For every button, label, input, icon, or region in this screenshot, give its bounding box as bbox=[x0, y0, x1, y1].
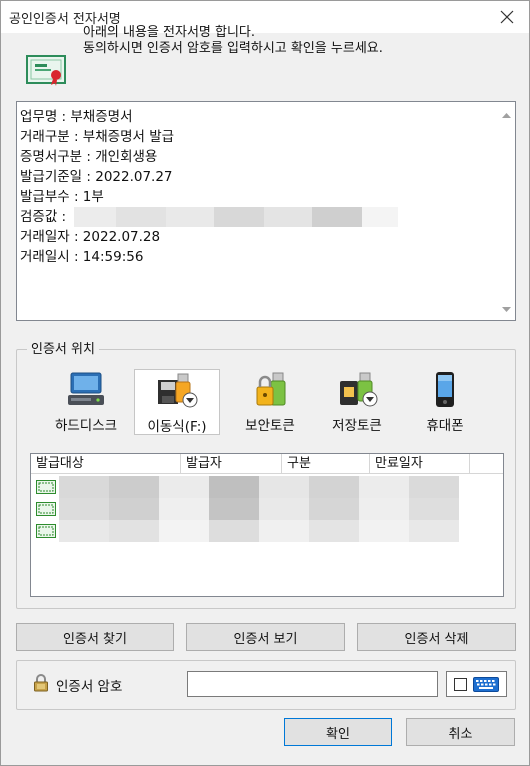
computer-icon bbox=[68, 372, 104, 405]
certificate-icon bbox=[26, 55, 66, 86]
location-harddisk[interactable]: 하드디스크 bbox=[43, 369, 129, 435]
cert-location-legend: 인증서 위치 bbox=[27, 338, 99, 357]
redacted-value bbox=[74, 207, 399, 227]
location-label: 보안토큰 bbox=[245, 418, 295, 434]
table-row[interactable] bbox=[33, 498, 503, 520]
column-filler bbox=[470, 454, 503, 474]
certificate-icon bbox=[36, 480, 56, 494]
info-row: 증명서구분 : 개인회생용 bbox=[20, 149, 158, 165]
location-removable[interactable]: 이동식(F:) bbox=[134, 369, 220, 435]
column-subject[interactable]: 발급대상 bbox=[31, 454, 181, 474]
virtual-keyboard-checkbox[interactable] bbox=[454, 678, 467, 691]
location-security-token[interactable]: 보안토큰 bbox=[227, 369, 313, 435]
info-row: 업무명 : 부채증명서 bbox=[20, 109, 133, 125]
removable-disk-icon bbox=[158, 373, 198, 408]
certificate-icon bbox=[36, 524, 56, 538]
title-bar[interactable]: 공인인증서 전자서명 bbox=[1, 1, 529, 33]
location-label: 하드디스크 bbox=[54, 418, 118, 434]
security-token-icon bbox=[256, 372, 286, 406]
certificate-icon bbox=[36, 502, 56, 516]
column-expiry[interactable]: 만료일자 bbox=[370, 454, 470, 474]
location-label: 이동식(F:) bbox=[147, 419, 207, 435]
scroll-down-icon[interactable] bbox=[502, 305, 511, 314]
cancel-button[interactable]: 취소 bbox=[406, 718, 515, 746]
header-line-2: 동의하시면 인증서 암호를 입력하시고 확인을 누르세요. bbox=[83, 41, 383, 56]
sign-dialog: 공인인증서 전자서명 아래의 내용을 전자서명 합니다. 동의하시면 인증서 암… bbox=[0, 0, 530, 766]
table-row[interactable] bbox=[33, 520, 503, 542]
info-row: 발급부수 : 1부 bbox=[20, 189, 104, 205]
ok-button[interactable]: 확인 bbox=[284, 718, 392, 746]
mobile-phone-icon bbox=[436, 372, 454, 407]
info-row: 거래일자 : 2022.07.28 bbox=[20, 229, 161, 245]
password-input[interactable] bbox=[187, 671, 438, 697]
info-row: 거래구분 : 부채증명서 발급 bbox=[20, 129, 175, 145]
sign-content-box[interactable]: 업무명 : 부채증명서 거래구분 : 부채증명서 발급 증명서구분 : 개인회생… bbox=[16, 101, 516, 321]
info-row: 검증값 : bbox=[20, 207, 399, 227]
certificate-list[interactable]: 발급대상 발급자 구분 만료일자 bbox=[30, 453, 504, 597]
location-label: 휴대폰 bbox=[426, 418, 464, 434]
location-storage-token[interactable]: 저장토큰 bbox=[314, 369, 400, 435]
sign-content: 업무명 : 부채증명서 거래구분 : 부채증명서 발급 증명서구분 : 개인회생… bbox=[20, 107, 399, 267]
lock-icon bbox=[34, 674, 48, 692]
delete-certificate-button[interactable]: 인증서 삭제 bbox=[357, 623, 516, 651]
find-certificate-button[interactable]: 인증서 찾기 bbox=[16, 623, 174, 651]
certificate-list-header: 발급대상 발급자 구분 만료일자 bbox=[31, 454, 503, 474]
location-label: 저장토큰 bbox=[332, 418, 382, 434]
virtual-keyboard-control bbox=[446, 671, 507, 697]
location-mobile[interactable]: 휴대폰 bbox=[402, 369, 488, 435]
close-button[interactable] bbox=[493, 4, 521, 30]
info-row: 발급기준일 : 2022.07.27 bbox=[20, 169, 173, 185]
close-icon bbox=[500, 10, 514, 24]
column-type[interactable]: 구분 bbox=[282, 454, 370, 474]
certificate-rows bbox=[33, 476, 503, 542]
view-certificate-button[interactable]: 인증서 보기 bbox=[186, 623, 345, 651]
info-row: 거래일시 : 14:59:56 bbox=[20, 249, 144, 265]
keyboard-icon[interactable] bbox=[473, 677, 499, 692]
table-row[interactable] bbox=[33, 476, 503, 498]
vertical-scrollbar[interactable] bbox=[498, 102, 515, 320]
column-issuer[interactable]: 발급자 bbox=[181, 454, 282, 474]
storage-token-icon bbox=[340, 372, 378, 407]
password-label: 인증서 암호 bbox=[56, 679, 123, 695]
scroll-up-icon[interactable] bbox=[502, 111, 511, 120]
